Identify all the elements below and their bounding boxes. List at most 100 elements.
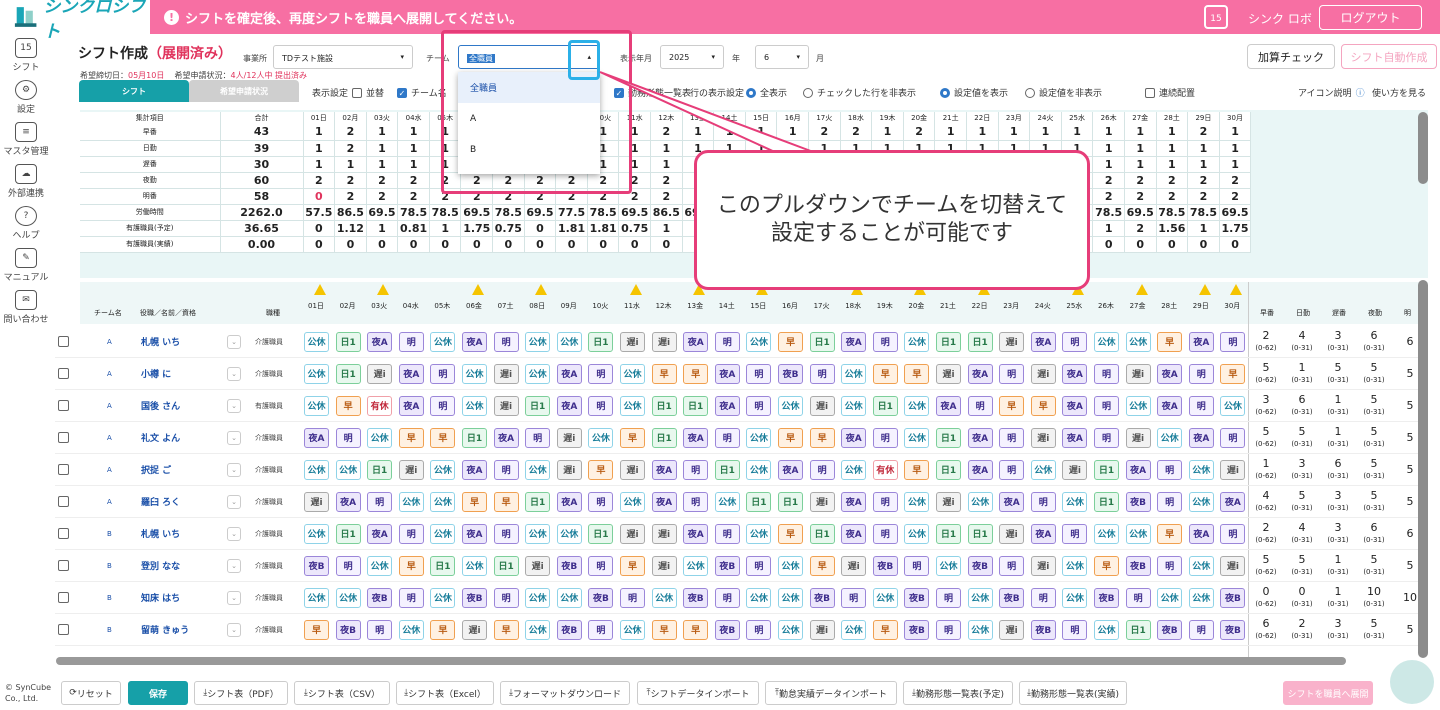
shift-cell[interactable]: 夜A (462, 523, 487, 544)
robot-avatar[interactable] (1390, 660, 1434, 704)
shift-cell[interactable]: 日1 (936, 459, 961, 480)
row-checkbox[interactable] (58, 432, 69, 443)
shift-cell[interactable]: 早 (620, 427, 645, 448)
shift-cell[interactable]: 日1 (809, 523, 835, 544)
shift-cell[interactable]: 公休 (430, 459, 456, 480)
shift-cell[interactable]: 日1 (588, 523, 614, 544)
shift-cell[interactable]: 明 (588, 395, 614, 416)
shift-cell[interactable]: 公休 (462, 395, 487, 416)
shift-cell[interactable]: 夜B (904, 587, 930, 608)
shift-cell[interactable]: 公休 (304, 363, 329, 384)
shift-cell[interactable]: 公休 (904, 331, 930, 352)
shift-cell[interactable]: 夜B (588, 587, 614, 608)
shift-cell[interactable]: 夜B (367, 587, 393, 608)
shift-cell[interactable]: 明 (809, 363, 835, 384)
shift-cell[interactable]: 明 (714, 587, 740, 608)
shift-cell[interactable]: 明 (683, 459, 709, 480)
shift-cell[interactable]: 明 (746, 619, 772, 640)
shift-cell[interactable]: 明 (1157, 555, 1183, 576)
shift-cell[interactable]: 公休 (967, 587, 993, 608)
tab-shift[interactable]: シフト (79, 80, 189, 102)
shift-cell[interactable]: 公休 (746, 459, 772, 480)
shift-cell[interactable]: 公休 (462, 555, 487, 576)
shift-cell[interactable]: 夜B (809, 587, 835, 608)
shift-cell[interactable]: 夜B (1125, 491, 1151, 512)
warning-icon[interactable] (1135, 284, 1148, 295)
shift-cell[interactable]: 公休 (1094, 619, 1119, 640)
shift-cell[interactable]: 公休 (304, 331, 329, 352)
row-staff-name[interactable]: 礼文 よん (141, 431, 180, 444)
shift-cell[interactable]: 日1 (367, 459, 393, 480)
chevron-down-icon[interactable]: ⌄ (227, 622, 241, 637)
shift-cell[interactable]: 夜A (1157, 363, 1183, 384)
shift-cell[interactable]: 公休 (683, 555, 709, 576)
shift-cell[interactable]: 明 (714, 523, 740, 544)
option-sort[interactable]: 並替 (352, 86, 384, 99)
shift-cell[interactable]: 明 (588, 555, 614, 576)
row-staff-name[interactable]: 国後 さん (141, 399, 180, 412)
shift-cell[interactable]: 遅i (651, 523, 677, 544)
shift-cell[interactable]: 遅i (936, 363, 961, 384)
shift-cell[interactable]: 夜B (556, 555, 582, 576)
shift-cell[interactable]: 早 (1094, 555, 1119, 576)
shift-cell[interactable]: 日1 (335, 363, 361, 384)
shift-cell[interactable]: 遅i (841, 555, 867, 576)
shift-cell[interactable]: 公休 (746, 427, 772, 448)
shift-cell[interactable]: 夜A (1062, 427, 1088, 448)
shift-cell[interactable]: 公休 (462, 363, 487, 384)
warning-icon[interactable] (1230, 284, 1243, 295)
shift-cell[interactable]: 明 (904, 555, 930, 576)
shift-cell[interactable]: 明 (398, 331, 424, 352)
shift-cell[interactable]: 早 (1030, 395, 1056, 416)
shift-cell[interactable]: 公休 (936, 555, 961, 576)
actual-import-button[interactable]: ⤒ 勤怠実績データインポート (765, 681, 897, 705)
shift-cell[interactable]: 明 (1157, 491, 1183, 512)
shift-cell[interactable]: 日1 (335, 523, 361, 544)
shift-cell[interactable]: 公休 (398, 619, 424, 640)
shift-cell[interactable]: 早 (1157, 331, 1183, 352)
shift-cell[interactable]: 公休 (620, 491, 645, 512)
shift-cell[interactable]: 公休 (525, 459, 551, 480)
row-staff-name[interactable]: 札幌 いち (141, 335, 180, 348)
shift-cell[interactable]: 明 (1030, 491, 1056, 512)
checkbox-checked[interactable]: ✓ (397, 87, 407, 98)
shift-cell[interactable]: 公休 (620, 395, 645, 416)
shift-cell[interactable]: 夜A (967, 427, 993, 448)
row-checkbox[interactable] (58, 528, 69, 539)
shift-cell[interactable]: 明 (746, 555, 772, 576)
shift-cell[interactable]: 遅i (493, 395, 519, 416)
shift-cell[interactable]: 遅i (1030, 427, 1056, 448)
shift-cell[interactable]: 公休 (398, 491, 424, 512)
shift-cell[interactable]: 公休 (430, 331, 456, 352)
shift-cell[interactable]: 早 (778, 331, 803, 352)
how-to-link[interactable]: 使い方を見る (1372, 86, 1426, 99)
shift-cell[interactable]: 明 (1188, 395, 1214, 416)
shift-cell[interactable]: 夜A (367, 523, 393, 544)
shift-cell[interactable]: 公休 (525, 619, 551, 640)
sidebar-item-2[interactable]: ≡ マスタ管理 (0, 118, 52, 160)
shift-cell[interactable]: 公休 (1188, 491, 1214, 512)
shift-cell[interactable]: 明 (588, 363, 614, 384)
shift-cell[interactable]: 夜A (967, 363, 993, 384)
shift-cell[interactable]: 夜B (335, 619, 361, 640)
shift-cell[interactable]: 明 (1094, 395, 1119, 416)
auto-create-button[interactable]: シフト自動作成 (1341, 44, 1437, 69)
shift-cell[interactable]: 遅i (367, 363, 393, 384)
shift-cell[interactable]: 明 (1062, 619, 1088, 640)
shift-cell[interactable]: 早 (1157, 523, 1183, 544)
shift-cell[interactable]: 夜A (1030, 523, 1056, 544)
chevron-down-icon[interactable]: ⌄ (227, 494, 241, 509)
option-consecutive[interactable]: 連続配置 (1145, 86, 1195, 99)
shift-cell[interactable]: 早 (683, 363, 709, 384)
shift-cell[interactable]: 明 (872, 331, 898, 352)
shift-cell[interactable]: 夜A (841, 491, 867, 512)
shift-cell[interactable]: 明 (367, 619, 393, 640)
row-checkbox[interactable] (58, 464, 69, 475)
shift-cell[interactable]: 明 (746, 363, 772, 384)
shift-cell[interactable]: 遅i (651, 555, 677, 576)
shift-cell[interactable]: 夜A (651, 491, 677, 512)
shift-cell[interactable]: 遅i (809, 491, 835, 512)
warning-icon[interactable] (314, 284, 326, 295)
shift-cell[interactable]: 有休 (367, 395, 393, 416)
shift-cell[interactable]: 遅i (1030, 363, 1056, 384)
